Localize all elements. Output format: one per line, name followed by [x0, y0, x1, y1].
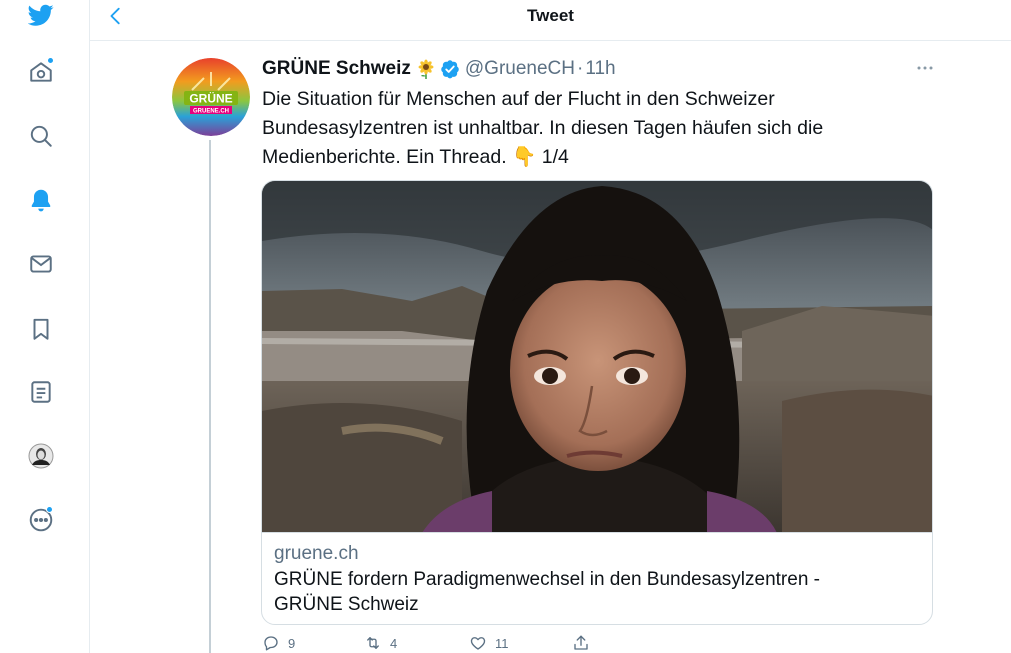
share-icon — [574, 635, 588, 650]
tweet-body: Die Situation für Menschen auf der Fluch… — [262, 85, 902, 172]
author-handle[interactable]: @GrueneCH — [465, 58, 575, 80]
lists-icon[interactable] — [26, 377, 56, 407]
profile-avatar[interactable] — [26, 441, 56, 471]
tweet-text-line: Bundesasylzentren ist unhaltbar. In dies… — [262, 117, 824, 139]
more-icon[interactable] — [26, 505, 56, 535]
tweet-header: Tweet — [90, 0, 1011, 41]
like-button[interactable]: 11 — [469, 634, 509, 652]
share-button[interactable] — [572, 634, 590, 652]
card-title-line: GRÜNE Schweiz — [274, 594, 419, 615]
card-title: GRÜNE fordern Paradigmenwechsel in den B… — [274, 567, 914, 617]
sunflower-icon — [416, 59, 436, 79]
avatar-logo-url: GRUENE.CH — [193, 109, 229, 115]
twitter-logo-icon[interactable] — [26, 0, 56, 30]
tweet-text-line: Die Situation für Menschen auf der Fluch… — [262, 88, 775, 110]
like-count: 11 — [495, 635, 509, 651]
card-domain: gruene.ch — [274, 543, 359, 564]
link-preview-card[interactable]: gruene.ch GRÜNE fordern Paradigmenwechse… — [261, 180, 933, 625]
tweet-more-button[interactable] — [913, 58, 937, 78]
retweet-button[interactable]: 4 — [364, 634, 397, 652]
bookmarks-icon[interactable] — [26, 314, 56, 344]
tweet-text-line: Medienberichte. Ein Thread. 👇 1/4 — [262, 146, 569, 168]
card-image — [262, 181, 932, 533]
notification-dot — [46, 506, 53, 513]
card-title-line: GRÜNE fordern Paradigmenwechsel in den B… — [274, 569, 820, 590]
tweet-timestamp[interactable]: 11h — [585, 58, 615, 80]
verified-badge-icon — [440, 59, 460, 79]
messages-icon[interactable] — [26, 249, 56, 279]
avatar-logo-text: GRÜNE — [189, 91, 232, 106]
retweet-icon — [367, 637, 379, 649]
heart-icon — [470, 637, 486, 650]
notification-dot — [47, 57, 54, 64]
tweet-author-row: GRÜNE Schweiz @GrueneCH · 11h — [262, 56, 616, 82]
reply-button[interactable]: 9 — [262, 634, 295, 652]
retweet-count: 4 — [390, 635, 398, 651]
author-avatar[interactable]: GRÜNE GRUENE.CH — [172, 58, 250, 136]
more-horizontal-icon — [917, 66, 933, 70]
sidebar-nav — [0, 0, 90, 653]
reply-count: 9 — [288, 635, 296, 651]
author-display-name[interactable]: GRÜNE Schweiz — [262, 58, 411, 80]
notifications-icon[interactable] — [26, 185, 56, 215]
home-icon[interactable] — [26, 57, 56, 87]
reply-icon — [264, 636, 278, 651]
thread-line — [209, 140, 211, 653]
page-title: Tweet — [527, 6, 574, 25]
explore-icon[interactable] — [26, 121, 56, 151]
meta-separator: · — [576, 58, 584, 79]
